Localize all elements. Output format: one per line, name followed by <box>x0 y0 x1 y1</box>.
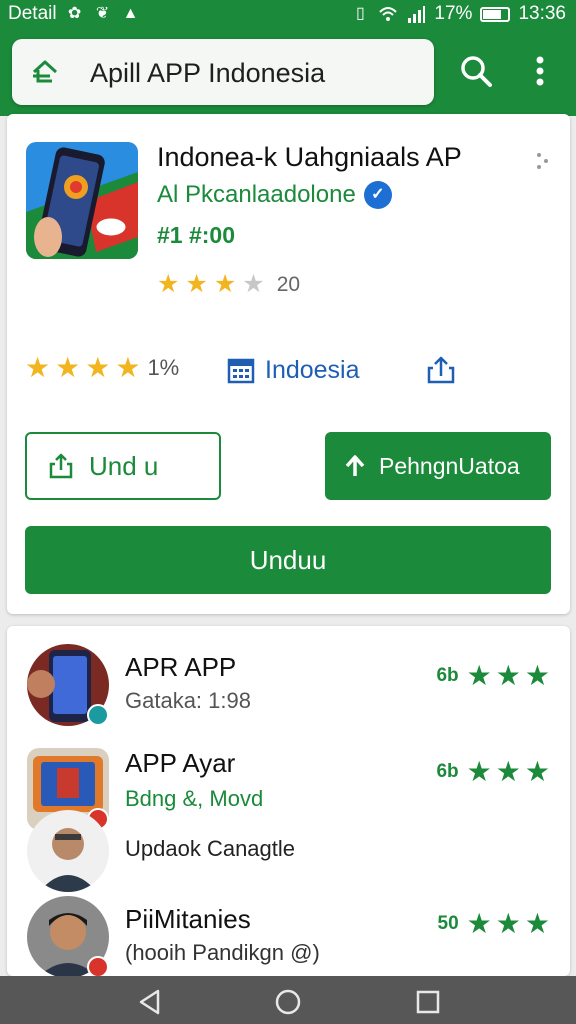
vibrate-icon: ▯ <box>356 5 365 22</box>
app-price: #1 #:00 <box>157 222 236 248</box>
list-item-rating: 50 ★ ★ ★ <box>438 910 550 938</box>
small-rating: ★ ★ ★ ★ 20 <box>157 272 300 297</box>
verified-check-icon: ✓ <box>363 181 392 209</box>
pinwheel-icon: ✿ <box>67 5 82 22</box>
install-button[interactable]: Unduu <box>25 526 551 594</box>
list-item[interactable]: PiiMitanies (hooih Pandikgn @) 50 ★ ★ ★ <box>7 892 570 976</box>
list-item-subtitle: (hooih Pandikgn @) <box>125 940 320 965</box>
update-button[interactable]: PehngnUatoa <box>325 432 551 500</box>
user-avatar <box>27 810 109 892</box>
star-icon: ★ <box>466 908 492 939</box>
graduation-cap-icon: ▲ <box>122 5 139 22</box>
app-badge-icon <box>87 956 109 976</box>
app-title: Indonea-k Uahgniaals AP <box>157 142 462 172</box>
search-bar[interactable]: Apill APP Indonesia <box>12 39 434 105</box>
share-button[interactable]: Und u <box>25 432 221 500</box>
update-button-label: PehngnUatoa <box>379 452 520 479</box>
star-icon: ★ <box>524 756 550 787</box>
battery-percent: 17% <box>434 3 473 24</box>
star-icon: ★ <box>466 756 492 787</box>
region-label[interactable]: Indoesia <box>265 356 360 385</box>
app-bar: Apill APP Indonesia <box>0 28 576 116</box>
list-item-title: APR APP <box>125 652 237 682</box>
star-icon: ★ <box>524 660 550 691</box>
meta-rating-count: 1% <box>147 355 180 380</box>
more-vertical-icon[interactable] <box>528 53 552 89</box>
rating-number: 6b <box>436 761 459 782</box>
app-badge-icon <box>87 704 109 726</box>
recents-square-icon[interactable] <box>414 988 442 1016</box>
system-nav-bar <box>0 976 576 1024</box>
card-more-icon[interactable] <box>535 150 549 172</box>
battery-icon <box>480 6 511 22</box>
app-icon <box>26 142 138 259</box>
list-item-subtitle: Updaok Canagtle <box>125 836 296 861</box>
developer-name[interactable]: Al Pkcanlaadolone <box>157 181 356 209</box>
star-icon: ★ <box>524 908 550 939</box>
status-label: Detail <box>8 3 57 24</box>
star-icon: ★ <box>213 270 237 298</box>
clock: 13:36 <box>518 3 566 24</box>
list-item-rating: 6b ★ ★ ★ <box>436 662 550 690</box>
install-button-label: Unduu <box>249 544 327 575</box>
app-detail-card: Indonea-k Uahgniaals AP Al Pkcanlaadolon… <box>7 114 570 614</box>
share-icon <box>49 453 73 479</box>
back-triangle-icon[interactable] <box>136 988 164 1016</box>
home-circle-icon[interactable] <box>274 988 302 1016</box>
star-icon: ★ <box>25 352 51 383</box>
list-item-subtitle: Gataka: 1:98 <box>125 688 251 713</box>
rating-count: 20 <box>276 272 301 296</box>
calendar-grid-icon <box>227 358 255 383</box>
star-icon: ★ <box>85 352 111 383</box>
list-item[interactable]: Updaok Canagtle <box>7 810 570 892</box>
star-icon: ★ <box>495 908 521 939</box>
list-item-subtitle: Bdng &, Movd <box>125 786 264 811</box>
signal-icon <box>408 6 426 23</box>
list-item-title: APP Ayar <box>125 748 236 778</box>
meta-row: ★ ★ ★ ★ 1% Indoesia <box>25 354 555 388</box>
star-icon: ★ <box>242 270 265 298</box>
wifi-icon <box>379 7 398 21</box>
search-query[interactable]: Apill APP Indonesia <box>90 58 325 89</box>
paw-icon: ❦ <box>95 5 110 22</box>
home-back-icon[interactable] <box>30 57 60 87</box>
meta-region[interactable]: Indoesia <box>227 356 360 385</box>
developer-row[interactable]: Al Pkcanlaadolone ✓ <box>157 181 392 209</box>
star-icon: ★ <box>157 270 180 298</box>
arrow-up-icon <box>345 455 365 476</box>
list-item[interactable]: APR APP Gataka: 1:98 6b ★ ★ ★ <box>7 626 570 736</box>
star-icon: ★ <box>495 756 521 787</box>
status-bar: Detail ✿ ❦ ▲ ▯ 17% 13:36 <box>0 0 576 28</box>
related-apps-card: APR APP Gataka: 1:98 6b ★ ★ ★ APP Ayar B… <box>7 626 570 976</box>
star-icon: ★ <box>495 660 521 691</box>
star-icon: ★ <box>55 352 81 383</box>
star-icon: ★ <box>185 270 208 298</box>
list-item-rating: 6b ★ ★ ★ <box>436 758 550 786</box>
list-item-title: PiiMitanies <box>125 904 251 934</box>
star-icon: ★ <box>115 352 141 383</box>
rating-number: 50 <box>437 913 459 934</box>
share-icon[interactable] <box>425 354 457 386</box>
meta-rating: ★ ★ ★ ★ 1% <box>25 354 179 382</box>
star-icon: ★ <box>466 660 492 691</box>
rating-number: 6b <box>436 665 459 686</box>
share-button-label: Und u <box>89 450 159 481</box>
search-icon[interactable] <box>458 53 494 89</box>
